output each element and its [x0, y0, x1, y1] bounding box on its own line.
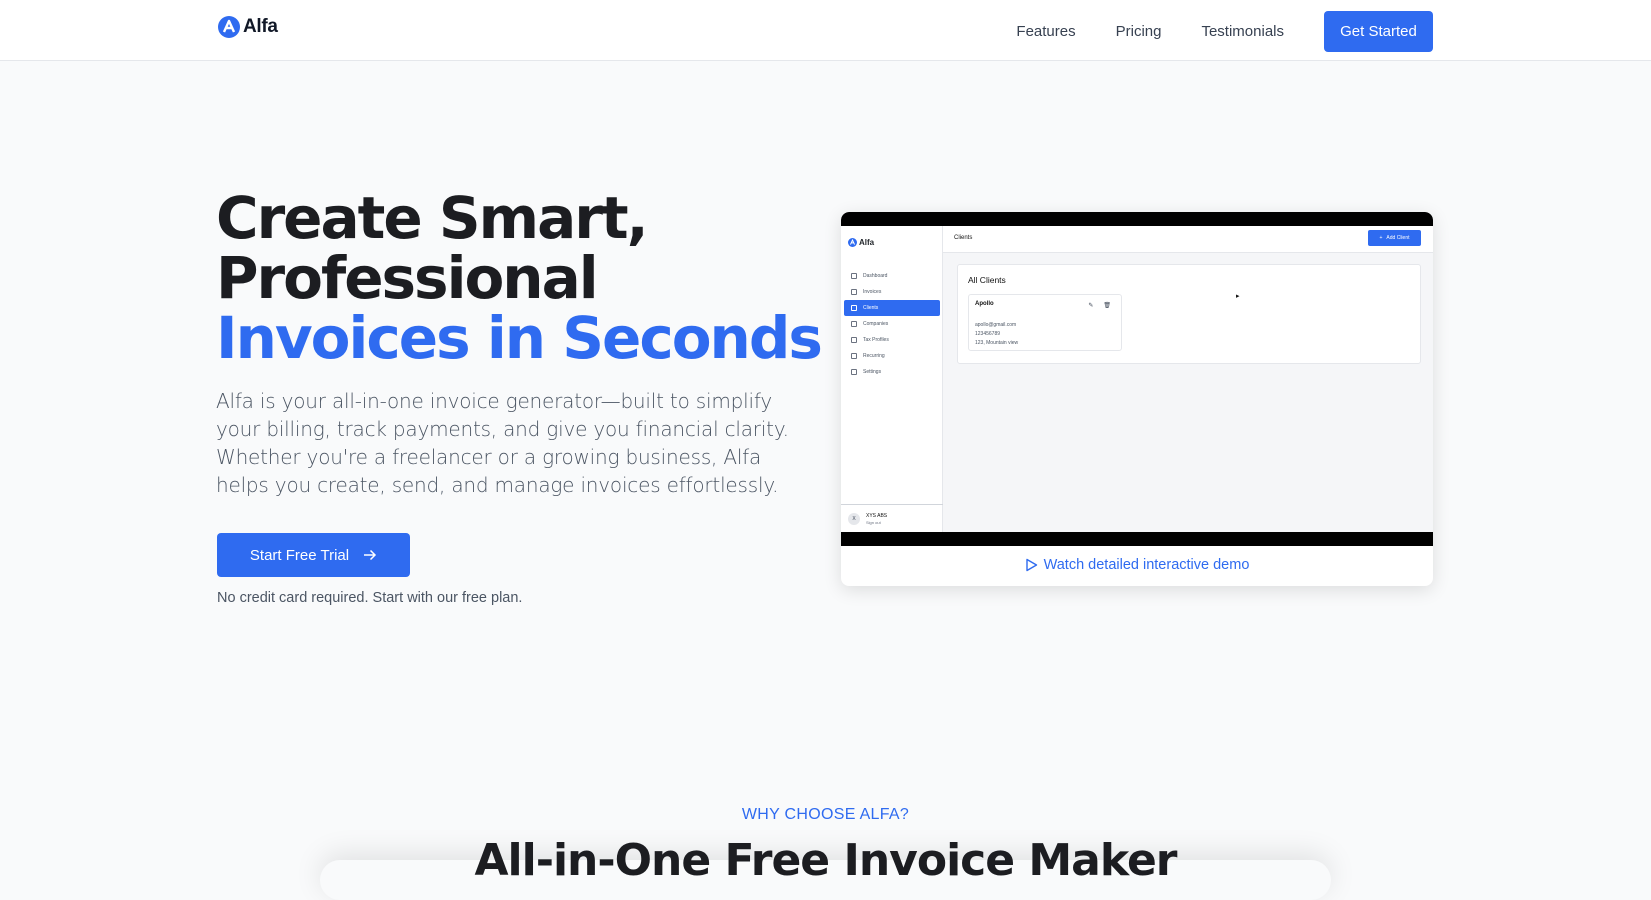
app-nav-label: Dashboard [863, 273, 888, 279]
start-free-trial-label: Start Free Trial [249, 546, 350, 564]
building-icon [851, 321, 857, 327]
app-brand: Alfa [848, 238, 874, 247]
hero-title-accent: Invoices in Seconds [216, 304, 823, 372]
watch-demo-label: Watch detailed interactive demo [1043, 557, 1250, 573]
app-nav-invoices: Invoices [844, 284, 940, 300]
app-nav-label: Invoices [863, 289, 882, 295]
app-user-info: XYS ABS Sign out [866, 512, 887, 525]
edit-icon: ✎ [1088, 303, 1094, 309]
app-nav-settings: Settings [844, 364, 940, 380]
users-icon [851, 305, 857, 311]
mouse-cursor-icon: ▸ [1236, 293, 1240, 300]
app-nav-clients: Clients [844, 300, 940, 316]
app-nav-label: Companies [863, 321, 889, 327]
top-navbar: Alfa Features Pricing Testimonials Get S… [0, 0, 1651, 61]
plus-icon: + [1379, 235, 1383, 241]
app-nav-label: Recurring [863, 353, 885, 359]
app-topbar: Clients + Add Client [943, 226, 1433, 253]
hero-title-line-2: Professional [216, 244, 599, 312]
add-client-button: + Add Client [1368, 230, 1421, 246]
app-nav-dashboard: Dashboard [844, 268, 940, 284]
client-address: 123, Mountain view [975, 340, 1019, 346]
app-nav: Dashboard Invoices Clients Companies Tax… [844, 268, 940, 380]
client-phone: 123456789 [975, 331, 1001, 337]
nav-link-pricing[interactable]: Pricing [1116, 23, 1162, 40]
invoice-icon [851, 289, 857, 295]
app-page-title: Clients [954, 235, 973, 241]
app-nav-tax-profiles: Tax Profiles [844, 332, 940, 348]
avatar: X [848, 512, 860, 525]
all-clients-title: All Clients [968, 275, 1006, 285]
arrow-right-icon [364, 549, 377, 561]
gear-icon [851, 369, 857, 375]
get-started-button[interactable]: Get Started [1324, 11, 1433, 52]
percent-icon [851, 337, 857, 343]
app-nav-label: Clients [863, 305, 879, 311]
app-sign-out: Sign out [866, 520, 881, 525]
nav-link-testimonials[interactable]: Testimonials [1201, 23, 1284, 40]
app-brand-name: Alfa [859, 238, 875, 247]
hero-title: Create Smart, Professional Invoices in S… [216, 184, 823, 372]
no-credit-card-note: No credit card required. Start with our … [217, 590, 523, 606]
hero-description: Alfa is your all-in-one invoice generato… [216, 389, 789, 497]
dashboard-icon [851, 273, 857, 279]
nav-link-features[interactable]: Features [1016, 23, 1075, 40]
watch-demo-link[interactable]: Watch detailed interactive demo [841, 547, 1433, 583]
why-choose-label: WHY CHOOSE ALFA? [741, 806, 910, 823]
preview-video-frame[interactable]: Alfa Dashboard Invoices Clients Companie… [841, 212, 1433, 546]
add-client-label: Add Client [1386, 235, 1410, 241]
app-user-name: XYS ABS [866, 513, 888, 519]
client-actions: ✎ 🗑 [1088, 302, 1111, 309]
client-name: Apollo [975, 301, 994, 307]
alfa-logo-icon [218, 16, 240, 38]
refresh-icon [851, 353, 857, 359]
client-email: apollo@gmail.com [975, 322, 1017, 328]
brand-logo-link[interactable]: Alfa [218, 16, 278, 38]
brand-name: Alfa [243, 16, 278, 37]
app-nav-label: Tax Profiles [863, 337, 889, 343]
app-sidebar: Alfa Dashboard Invoices Clients Companie… [841, 226, 943, 532]
trash-icon: 🗑 [1103, 303, 1111, 309]
hero-title-line-1: Create Smart, [216, 184, 649, 252]
nav-links: Features Pricing Testimonials Get Starte… [1016, 11, 1433, 52]
all-clients-card: All Clients Apollo ✎ 🗑 apollo@gmail.com … [957, 264, 1421, 364]
app-nav-recurring: Recurring [844, 348, 940, 364]
product-preview: Alfa Dashboard Invoices Clients Companie… [841, 212, 1433, 586]
why-section-title: All-in-One Free Invoice Maker [474, 835, 1177, 886]
alfa-logo-icon [848, 238, 857, 247]
client-card: Apollo ✎ 🗑 apollo@gmail.com 123456789 12… [968, 294, 1122, 351]
start-free-trial-button[interactable]: Start Free Trial [217, 533, 410, 577]
play-icon [1025, 558, 1037, 572]
app-user: X XYS ABS Sign out [841, 504, 943, 532]
app-nav-companies: Companies [844, 316, 940, 332]
app-nav-label: Settings [863, 369, 882, 375]
app-screenshot: Alfa Dashboard Invoices Clients Companie… [841, 226, 1433, 532]
